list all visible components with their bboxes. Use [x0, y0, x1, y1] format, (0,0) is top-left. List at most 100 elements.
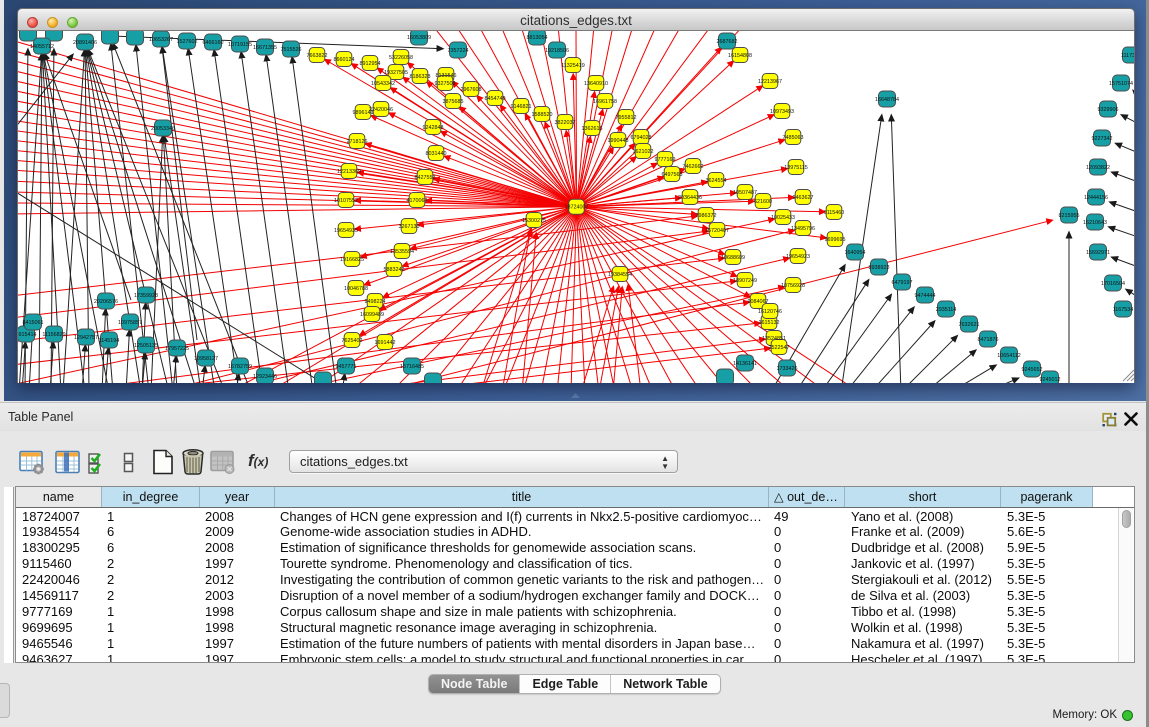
svg-text:2967608: 2967608: [461, 87, 482, 93]
svg-text:17957225: 17957225: [165, 346, 189, 352]
svg-text:8415061: 8415061: [23, 320, 44, 326]
svg-text:12505135: 12505135: [134, 343, 158, 349]
svg-text:16053809: 16053809: [407, 35, 431, 41]
svg-text:20891406: 20891406: [73, 40, 97, 46]
svg-text:6497568: 6497568: [662, 172, 683, 178]
svg-text:3875685: 3875685: [443, 99, 464, 105]
svg-text:7515526: 7515526: [281, 47, 302, 53]
svg-text:1362615: 1362615: [582, 126, 603, 132]
svg-text:15692971: 15692971: [1086, 250, 1110, 256]
svg-text:20053346: 20053346: [151, 126, 175, 132]
svg-text:1691442: 1691442: [375, 340, 396, 346]
svg-text:10973493: 10973493: [770, 109, 794, 115]
svg-text:19654923: 19654923: [786, 254, 810, 260]
svg-text:10719155: 10719155: [228, 42, 252, 48]
svg-text:16648784: 16648784: [875, 97, 899, 103]
svg-text:10688609: 10688609: [721, 255, 745, 261]
svg-text:3915414: 3915414: [18, 332, 37, 338]
svg-text:5883242: 5883242: [384, 267, 405, 273]
svg-text:8660124: 8660124: [334, 57, 355, 63]
svg-text:16782759: 16782759: [228, 364, 252, 370]
svg-text:19166825: 19166825: [340, 257, 364, 263]
svg-text:1527602: 1527602: [177, 39, 198, 45]
svg-text:1640954: 1640954: [845, 250, 866, 256]
svg-text:10107552: 10107552: [334, 198, 358, 204]
svg-text:9474444: 9474444: [915, 293, 936, 299]
svg-text:10046788: 10046788: [344, 286, 368, 292]
svg-text:1733426: 1733426: [777, 366, 798, 372]
svg-text:9498224: 9498224: [365, 299, 386, 305]
svg-text:9227342: 9227342: [1092, 136, 1113, 142]
svg-text:13495796: 13495796: [791, 226, 815, 232]
svg-text:16099489: 16099489: [360, 312, 384, 318]
svg-text:1990448: 1990448: [608, 138, 629, 144]
svg-text:3267130: 3267130: [399, 224, 420, 230]
svg-text:2935114: 2935114: [936, 307, 957, 313]
svg-text:16120746: 16120746: [758, 309, 782, 315]
svg-text:16210643: 16210643: [1083, 220, 1107, 226]
svg-text:20364436: 20364436: [678, 195, 702, 201]
svg-text:10507487: 10507487: [733, 190, 757, 196]
svg-text:9463627: 9463627: [793, 195, 814, 201]
svg-text:17016504: 17016504: [1101, 281, 1125, 287]
svg-text:12444156: 12444156: [1084, 195, 1108, 201]
svg-text:15716485: 15716485: [400, 364, 424, 370]
svg-text:9146821: 9146821: [511, 104, 532, 110]
svg-text:6794028: 6794028: [631, 135, 652, 141]
svg-text:11156829: 11156829: [42, 332, 65, 338]
svg-text:8215955: 8215955: [1059, 213, 1080, 219]
svg-text:8813054: 8813054: [527, 35, 548, 41]
svg-text:14055712: 14055712: [30, 44, 54, 50]
svg-text:9245012: 9245012: [1040, 377, 1061, 383]
svg-text:1615132: 1615132: [759, 320, 780, 326]
svg-text:13640910: 13640910: [584, 81, 608, 87]
svg-text:15300275: 15300275: [522, 218, 546, 224]
svg-text:1621022: 1621022: [633, 149, 654, 155]
svg-text:2687682: 2687682: [717, 39, 738, 45]
svg-text:10958127: 10958127: [194, 356, 218, 362]
svg-text:9329906: 9329906: [1098, 107, 1119, 113]
svg-text:19654935: 19654935: [334, 228, 358, 234]
svg-text:16154808: 16154808: [728, 53, 752, 59]
svg-text:53226058: 53226058: [389, 55, 413, 61]
svg-text:10654112: 10654112: [997, 353, 1021, 359]
svg-text:14136141: 14136141: [733, 361, 757, 367]
svg-text:2522547: 2522547: [769, 345, 790, 351]
svg-text:13524851: 13524851: [762, 336, 786, 342]
svg-text:18907249: 18907249: [733, 278, 757, 284]
svg-text:4170063: 4170063: [407, 198, 428, 204]
svg-text:8427552: 8427552: [415, 175, 436, 181]
svg-text:621600: 621600: [754, 199, 772, 205]
svg-text:9115460: 9115460: [824, 210, 845, 216]
svg-text:6466160: 6466160: [203, 40, 224, 46]
svg-text:9896141: 9896141: [353, 110, 374, 116]
svg-text:6479197: 6479197: [892, 280, 913, 286]
svg-text:12093822: 12093822: [1086, 165, 1110, 171]
svg-text:10025433: 10025433: [771, 215, 795, 221]
svg-text:19327505: 19327505: [384, 70, 408, 76]
svg-text:9457771: 9457771: [336, 364, 357, 370]
svg-text:15720407: 15720407: [705, 228, 729, 234]
svg-text:8454749: 8454749: [485, 96, 506, 102]
svg-text:19384554: 19384554: [608, 272, 632, 278]
svg-text:16961758: 16961758: [593, 99, 617, 105]
svg-text:2718126: 2718126: [347, 139, 368, 145]
svg-text:7357224: 7357224: [448, 48, 469, 54]
svg-text:8031440: 8031440: [426, 151, 447, 157]
svg-text:13535594: 13535594: [390, 249, 414, 255]
svg-text:8938923: 8938923: [869, 265, 890, 271]
svg-text:7986372: 7986372: [696, 213, 717, 219]
svg-text:1588520: 1588520: [532, 112, 553, 118]
svg-text:12923446: 12923446: [253, 374, 277, 380]
svg-text:10756928: 10756928: [781, 283, 805, 289]
svg-text:7625402: 7625402: [342, 338, 363, 344]
svg-text:10543342: 10543342: [371, 81, 395, 87]
svg-text:17359928: 17359928: [134, 293, 158, 299]
svg-text:7462662: 7462662: [683, 164, 704, 170]
svg-text:9242848: 9242848: [423, 125, 444, 131]
svg-text:16671355: 16671355: [253, 45, 277, 51]
svg-text:9777169: 9777169: [655, 157, 676, 163]
svg-text:1117364: 1117364: [1121, 53, 1135, 59]
svg-text:7955812: 7955812: [616, 115, 637, 121]
svg-text:18724007: 18724007: [565, 205, 589, 211]
